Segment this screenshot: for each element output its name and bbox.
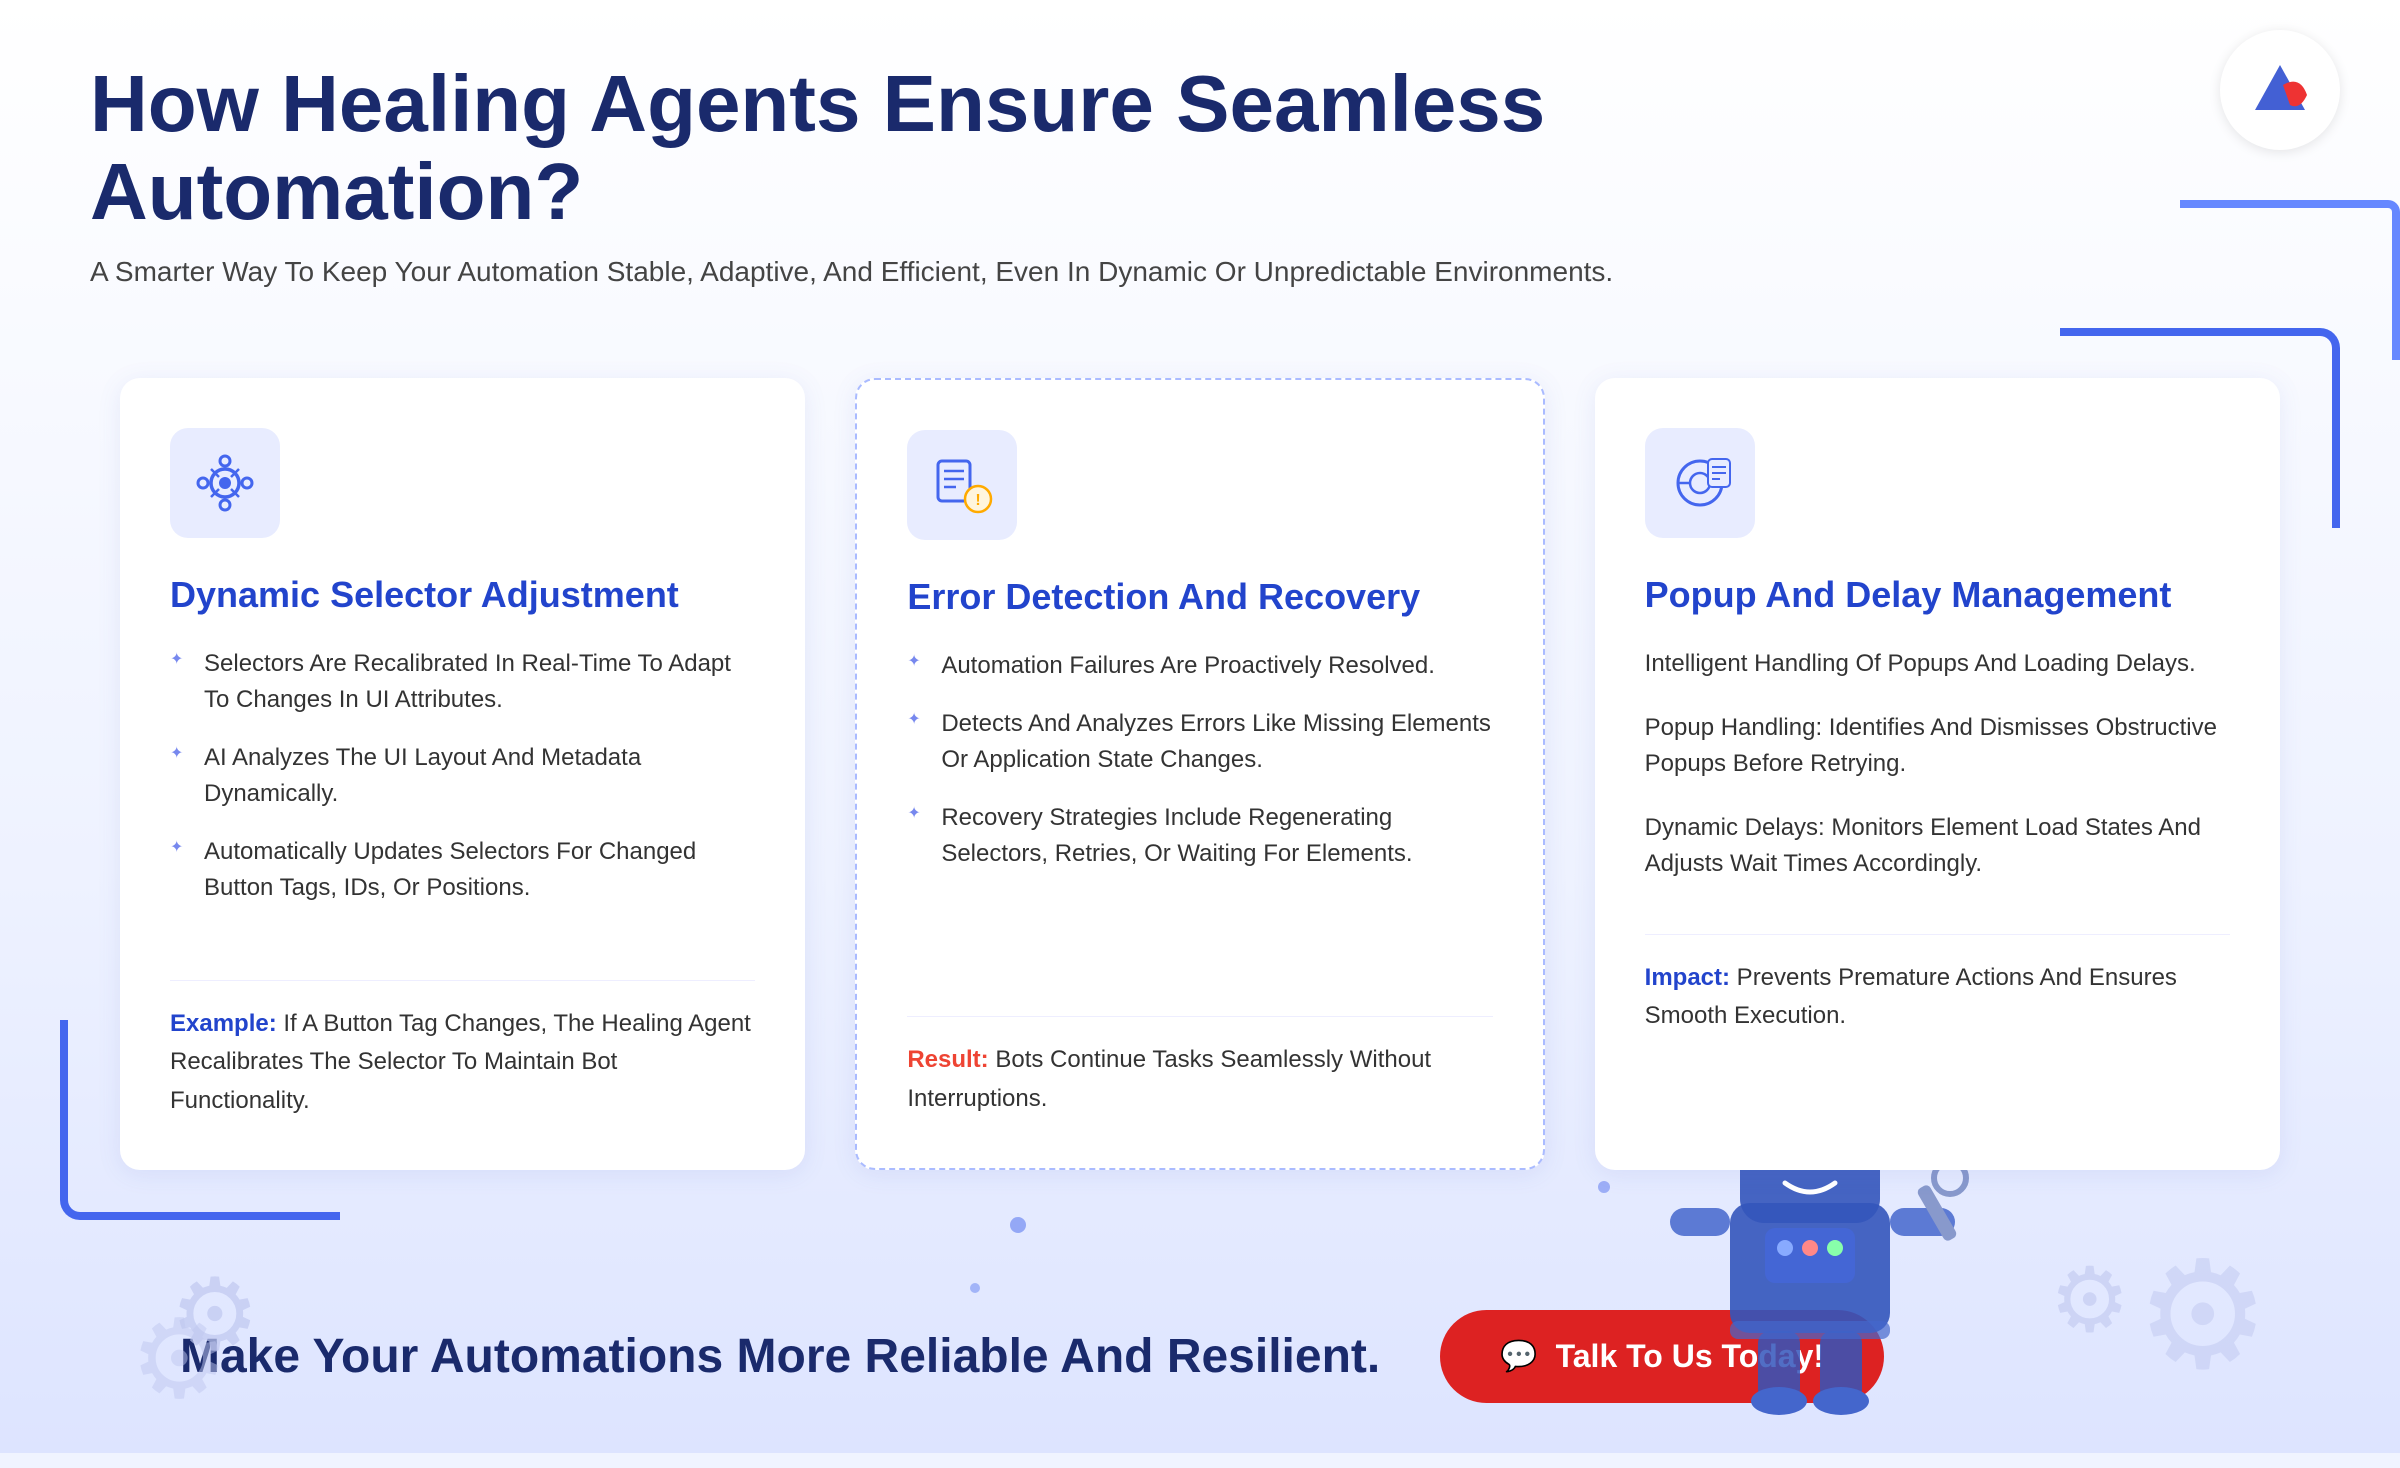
cards-row: Dynamic Selector Adjustment Selectors Ar… bbox=[90, 348, 2310, 1200]
card-dynamic-selector: Dynamic Selector Adjustment Selectors Ar… bbox=[120, 378, 805, 1170]
card-title-3: Popup And Delay Management bbox=[1645, 574, 2230, 616]
card-icon-box-1 bbox=[170, 428, 280, 538]
popup-intro-text: Intelligent Handling Of Popups And Loadi… bbox=[1645, 646, 2230, 682]
card-title-2: Error Detection And Recovery bbox=[907, 576, 1492, 618]
page-subtitle: A Smarter Way To Keep Your Automation St… bbox=[90, 256, 2310, 288]
bullet-2-1: Automation Failures Are Proactively Reso… bbox=[907, 648, 1492, 684]
card-icon-box-3 bbox=[1645, 428, 1755, 538]
footer-label-3: Impact: bbox=[1645, 964, 1730, 991]
footer-label-2: Result: bbox=[907, 1046, 988, 1073]
bullet-1-1: Selectors Are Recalibrated In Real-Time … bbox=[170, 646, 755, 718]
bullet-list-1: Selectors Are Recalibrated In Real-Time … bbox=[170, 646, 755, 928]
bullet-list-2: Automation Failures Are Proactively Reso… bbox=[907, 648, 1492, 964]
logo-area bbox=[2220, 30, 2340, 150]
cta-button-icon: 💬 bbox=[1500, 1339, 1537, 1374]
popup-handling-section: Popup Handling: Identifies And Dismisses… bbox=[1645, 710, 2230, 792]
card-footer-3: Impact: Prevents Premature Actions And E… bbox=[1645, 934, 2230, 1036]
dynamic-delays-section: Dynamic Delays: Monitors Element Load St… bbox=[1645, 810, 2230, 892]
bullet-1-2: AI Analyzes The UI Layout And Metadata D… bbox=[170, 740, 755, 812]
card-error-detection: ! Error Detection And Recovery Automatio… bbox=[855, 378, 1544, 1170]
popup-handling-label: Popup Handling: bbox=[1645, 714, 1822, 741]
popup-intro: Intelligent Handling Of Popups And Loadi… bbox=[1645, 646, 2230, 692]
popup-icon bbox=[1668, 451, 1732, 515]
card-footer-1: Example: If A Button Tag Changes, The He… bbox=[170, 980, 755, 1120]
card-title-1: Dynamic Selector Adjustment bbox=[170, 574, 755, 616]
card-footer-2: Result: Bots Continue Tasks Seamlessly W… bbox=[907, 1016, 1492, 1118]
bullet-1-3: Automatically Updates Selectors For Chan… bbox=[170, 834, 755, 906]
error-icon: ! bbox=[930, 453, 994, 517]
card-popup-delay: Popup And Delay Management Intelligent H… bbox=[1595, 378, 2280, 1170]
gear-large-icon: ⚙ bbox=[2136, 1229, 2270, 1403]
popup-handling-text: Popup Handling: Identifies And Dismisses… bbox=[1645, 710, 2230, 782]
dynamic-delays-label: Dynamic Delays: bbox=[1645, 814, 1825, 841]
page-title: How Healing Agents Ensure Seamless Autom… bbox=[90, 60, 1790, 236]
gear-small-left-icon: ⚙ bbox=[130, 1295, 229, 1423]
cards-section: Dynamic Selector Adjustment Selectors Ar… bbox=[90, 348, 2310, 1200]
footer-label-1: Example: bbox=[170, 1010, 277, 1037]
bullet-2-3: Recovery Strategies Include Regenerating… bbox=[907, 800, 1492, 872]
svg-text:!: ! bbox=[976, 492, 981, 509]
main-wrapper: How Healing Agents Ensure Seamless Autom… bbox=[0, 0, 2400, 1453]
gear-right-icon: ⚙ bbox=[2049, 1248, 2130, 1353]
bullet-2-2: Detects And Analyzes Errors Like Missing… bbox=[907, 706, 1492, 778]
cta-text: Make Your Automations More Reliable And … bbox=[180, 1329, 1380, 1384]
card-icon-box-2: ! bbox=[907, 430, 1017, 540]
dot-1 bbox=[1010, 1217, 1026, 1233]
selector-icon bbox=[193, 451, 257, 515]
cta-section: ⚙ Make Your Automations More Reliable An… bbox=[90, 1260, 2310, 1453]
dot-2 bbox=[970, 1283, 980, 1293]
dynamic-delays-text: Dynamic Delays: Monitors Element Load St… bbox=[1645, 810, 2230, 882]
logo-icon bbox=[2245, 55, 2315, 125]
